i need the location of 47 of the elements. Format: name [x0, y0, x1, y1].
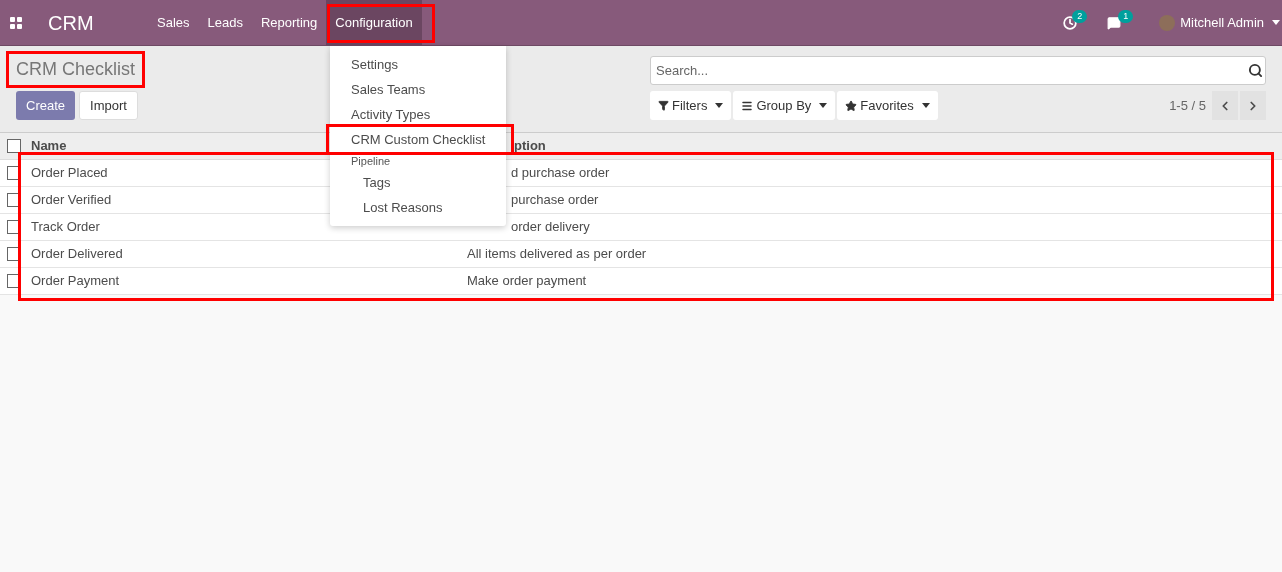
menu-item[interactable]: Settings — [330, 52, 506, 77]
table-row[interactable]: Track Order order delivery — [0, 214, 1282, 241]
table-cell-text: purchase order — [511, 191, 599, 210]
apps-menu-icon[interactable] — [10, 16, 22, 29]
checkbox[interactable] — [6, 139, 21, 153]
table-cell-text: d purchase order — [511, 164, 610, 183]
menu-item[interactable]: Activity Types — [330, 102, 506, 127]
user-menu[interactable]: Mitchell Admin — [1180, 12, 1280, 33]
filter-icon — [658, 100, 669, 111]
filters-button[interactable]: Filters — [650, 91, 732, 120]
table-row[interactable]: Order Delivered All items delivered as per order — [0, 241, 1282, 268]
create-button[interactable]: Create — [16, 91, 76, 120]
column-header[interactable]: Name — [31, 136, 67, 156]
caret-icon — [715, 103, 724, 108]
table-cell-text: All items delivered as per order — [467, 245, 647, 264]
menu-item[interactable]: Sales Teams — [330, 77, 506, 102]
table-cell-text: Order Delivered — [31, 245, 123, 264]
caret-icon — [819, 103, 828, 108]
table-cell-text: Order Verified — [31, 191, 112, 210]
activity-icon[interactable] — [1063, 15, 1078, 30]
table-row[interactable]: Order Payment Make order payment — [0, 268, 1282, 295]
table-cell-text: Make order payment — [467, 272, 587, 291]
breadcrumb-title: CRM Checklist — [16, 58, 135, 81]
import-button[interactable]: Import — [79, 91, 138, 120]
table-cell-text: order delivery — [511, 218, 590, 237]
group-by-button[interactable]: Group By — [733, 91, 836, 120]
search-field[interactable]: Search... — [650, 56, 1266, 85]
activity-count-badge: 2 — [1072, 9, 1088, 23]
menu-item[interactable]: CRM Custom Checklist — [329, 127, 511, 152]
search-icon[interactable] — [1248, 63, 1263, 78]
column-header[interactable]: ption — [514, 136, 546, 156]
table-cell-text: Track Order — [31, 218, 100, 237]
nav-menu-item[interactable]: Leads — [198, 0, 252, 45]
caret-icon — [921, 103, 930, 108]
star-icon — [845, 99, 858, 112]
app-name: CRM — [48, 10, 95, 36]
table-cell-text: Order Placed — [31, 164, 108, 183]
search-input[interactable]: Search... — [656, 60, 1248, 81]
table-cell-text: Order Payment — [31, 272, 120, 291]
messages-icon[interactable] — [1107, 15, 1122, 30]
nav-menu-item[interactable]: Sales — [148, 0, 199, 45]
favorites-button[interactable]: Favorites — [837, 91, 938, 120]
pager-value: 1-5 / 5 — [1169, 96, 1206, 115]
message-count-badge: 1 — [1118, 9, 1134, 23]
caret-icon — [1272, 20, 1280, 25]
nav-menu-item[interactable]: Reporting — [251, 0, 327, 45]
list-icon — [741, 99, 754, 112]
